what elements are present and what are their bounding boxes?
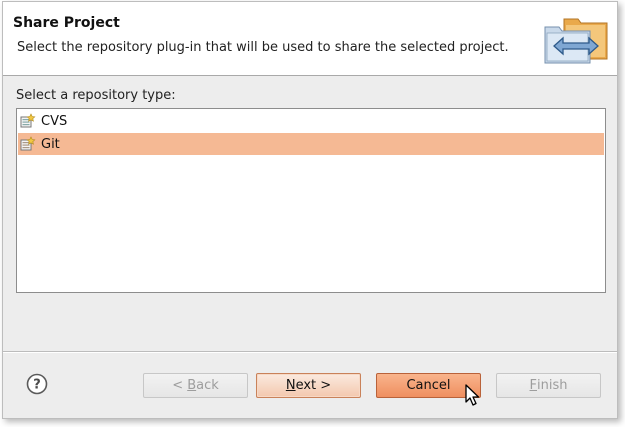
back-prefix: < (172, 378, 188, 393)
finish-mnemonic: F (529, 378, 537, 393)
back-mnemonic: B (187, 378, 197, 393)
mouse-pointer-icon (465, 384, 480, 406)
back-button[interactable]: < Back (143, 373, 248, 398)
share-project-dialog: Share Project Select the repository plug… (2, 1, 618, 419)
list-item-label: Git (41, 136, 60, 152)
next-mnemonic: N (285, 378, 296, 393)
svg-text:?: ? (33, 378, 41, 393)
next-button[interactable]: Next > (256, 373, 361, 398)
list-item-git[interactable]: Git (18, 133, 604, 155)
share-project-icon (544, 18, 608, 64)
cvs-repository-icon (20, 113, 36, 128)
git-repository-icon (20, 136, 36, 151)
list-item-label: CVS (41, 113, 68, 129)
finish-rest: inish (537, 378, 568, 393)
repository-type-list[interactable]: CVS Git (16, 108, 606, 293)
button-bar-separator (3, 351, 617, 353)
back-rest: ack (196, 378, 219, 393)
finish-button[interactable]: Finish (496, 373, 601, 398)
help-icon[interactable]: ? (26, 373, 48, 395)
cancel-label: Cancel (406, 378, 451, 393)
dialog-title: Share Project (13, 15, 120, 31)
repository-type-label: Select a repository type: (16, 88, 176, 103)
dialog-banner: Share Project Select the repository plug… (3, 2, 617, 76)
dialog-description: Select the repository plug-in that will … (17, 40, 509, 55)
list-item-cvs[interactable]: CVS (18, 110, 604, 132)
next-rest: ext > (295, 378, 332, 393)
